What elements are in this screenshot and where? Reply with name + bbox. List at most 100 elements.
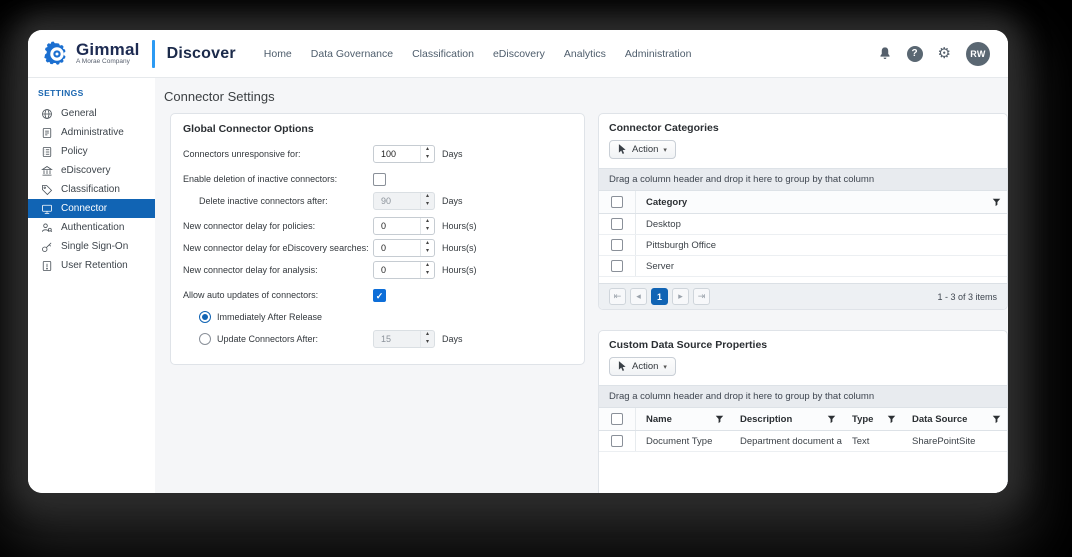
monitor-icon (41, 203, 53, 215)
settings-gear-icon[interactable]: ⚙ (938, 46, 951, 61)
spinner-buttons[interactable]: ▴▾ (420, 218, 434, 234)
globe-icon (41, 108, 53, 120)
enable-deletion-checkbox[interactable] (373, 173, 386, 186)
caret-down-icon: ▾ (663, 363, 667, 371)
sidebar-item-label: Classification (61, 184, 120, 195)
filter-icon[interactable] (715, 415, 724, 424)
table-row[interactable]: Pittsburgh Office (599, 235, 1007, 256)
column-header-name[interactable]: Name (646, 414, 672, 425)
pager-next-button[interactable]: ▸ (672, 288, 689, 305)
panel-title: Custom Data Source Properties (599, 331, 1007, 356)
row-checkbox[interactable] (611, 260, 623, 272)
sidebar-item-label: eDiscovery (61, 165, 110, 176)
spinner-buttons[interactable]: ▴▾ (420, 240, 434, 256)
pager-summary: 1 - 3 of 3 items (937, 292, 997, 302)
pager-last-button[interactable]: ⇥ (693, 288, 710, 305)
sidebar-item-label: User Retention (61, 260, 128, 271)
help-icon[interactable]: ? (907, 46, 923, 62)
spinner-buttons[interactable]: ▴▾ (420, 262, 434, 278)
filter-icon[interactable] (827, 415, 836, 424)
user-key-icon (41, 222, 53, 234)
auto-updates-checkbox[interactable]: ✓ (373, 289, 386, 302)
table-header: Name Description Type (599, 408, 1007, 431)
unit-label: Hours(s) (442, 265, 477, 275)
form-row-unresponsive: Connectors unresponsive for: ▴▾ Days (183, 145, 572, 163)
form-row-delay-analysis: New connector delay for analysis: ▴▾ Hou… (183, 261, 572, 279)
key-icon (41, 241, 53, 253)
spin-down-icon: ▾ (421, 226, 434, 234)
app-header: Gimmal A Morae Company Discover Home Dat… (28, 30, 1008, 78)
delay-ediscovery-input[interactable]: ▴▾ (373, 239, 435, 257)
field-label: Delete inactive connectors after: (183, 196, 328, 206)
select-all-checkbox[interactable] (611, 196, 623, 208)
nav-ediscovery[interactable]: eDiscovery (493, 48, 545, 60)
column-header-type[interactable]: Type (852, 414, 873, 425)
immediately-radio[interactable] (199, 311, 211, 323)
sidebar-item-label: Administrative (61, 127, 124, 138)
sidebar-item-administrative[interactable]: Administrative (28, 123, 155, 142)
nav-administration[interactable]: Administration (625, 48, 692, 60)
form-row-enable-deletion: Enable deletion of inactive connectors: (183, 170, 572, 188)
brand-name: Gimmal (76, 41, 140, 58)
pager-page-1-button[interactable]: 1 (651, 288, 668, 305)
row-checkbox[interactable] (611, 435, 623, 447)
spinner-buttons: ▴▾ (420, 193, 434, 209)
pager-prev-button[interactable]: ◂ (630, 288, 647, 305)
pointer-icon (618, 144, 627, 155)
sidebar-item-connector[interactable]: Connector (28, 199, 155, 218)
column-header-category[interactable]: Category (646, 197, 687, 208)
nav-data-governance[interactable]: Data Governance (311, 48, 393, 60)
table-header: Category (599, 191, 1007, 214)
sidebar-item-classification[interactable]: Classification (28, 180, 155, 199)
delay-policies-input[interactable]: ▴▾ (373, 217, 435, 235)
table-row[interactable]: Desktop (599, 214, 1007, 235)
avatar[interactable]: RW (966, 42, 990, 66)
panel-title: Connector Categories (599, 114, 1007, 139)
form-row-delay-policies: New connector delay for policies: ▴▾ Hou… (183, 217, 572, 235)
nav-home[interactable]: Home (264, 48, 292, 60)
spin-up-icon: ▴ (421, 262, 434, 270)
column-header-description[interactable]: Description (740, 414, 792, 425)
categories-action-button[interactable]: Action ▾ (609, 140, 676, 159)
row-checkbox[interactable] (611, 218, 623, 230)
sidebar-item-label: Connector (61, 203, 107, 214)
nav-classification[interactable]: Classification (412, 48, 474, 60)
brand-tagline: A Morae Company (76, 59, 140, 66)
unit-label: Hours(s) (442, 221, 477, 231)
sidebar-item-single-sign-on[interactable]: Single Sign-On (28, 237, 155, 256)
sidebar-item-policy[interactable]: Policy (28, 142, 155, 161)
spin-down-icon: ▾ (421, 248, 434, 256)
properties-action-button[interactable]: Action ▾ (609, 357, 676, 376)
sidebar-item-user-retention[interactable]: User Retention (28, 256, 155, 275)
radio-label: Update Connectors After: (217, 334, 318, 344)
field-label: New connector delay for policies: (183, 221, 315, 231)
form-row-immediately: Immediately After Release (183, 308, 572, 326)
table-row[interactable]: Server (599, 256, 1007, 277)
sidebar-item-general[interactable]: General (28, 104, 155, 123)
spinner-buttons[interactable]: ▴▾ (420, 146, 434, 162)
sidebar-item-authentication[interactable]: Authentication (28, 218, 155, 237)
pager-first-button[interactable]: ⇤ (609, 288, 626, 305)
filter-icon[interactable] (887, 415, 896, 424)
group-drop-zone[interactable]: Drag a column header and drop it here to… (599, 168, 1007, 191)
filter-icon[interactable] (992, 198, 1001, 207)
table-row[interactable]: Document Type Department document applie… (599, 431, 1007, 452)
bell-icon[interactable] (878, 46, 892, 61)
column-header-data-source[interactable]: Data Source (912, 414, 967, 425)
spin-up-icon: ▴ (421, 146, 434, 154)
spin-up-icon: ▴ (421, 331, 434, 339)
delay-analysis-input[interactable]: ▴▾ (373, 261, 435, 279)
global-connector-options-panel: Global Connector Options Connectors unre… (170, 113, 585, 365)
row-checkbox[interactable] (611, 239, 623, 251)
filter-icon[interactable] (992, 415, 1001, 424)
update-after-radio[interactable] (199, 333, 211, 345)
nav-analytics[interactable]: Analytics (564, 48, 606, 60)
select-all-checkbox[interactable] (611, 413, 623, 425)
sidebar-item-ediscovery[interactable]: eDiscovery (28, 161, 155, 180)
unresponsive-days-input[interactable]: ▴▾ (373, 145, 435, 163)
list-icon (41, 146, 53, 158)
group-drop-zone[interactable]: Drag a column header and drop it here to… (599, 385, 1007, 408)
app-window: Gimmal A Morae Company Discover Home Dat… (28, 30, 1008, 493)
bank-icon (41, 165, 53, 177)
product-name: Discover (167, 45, 236, 63)
